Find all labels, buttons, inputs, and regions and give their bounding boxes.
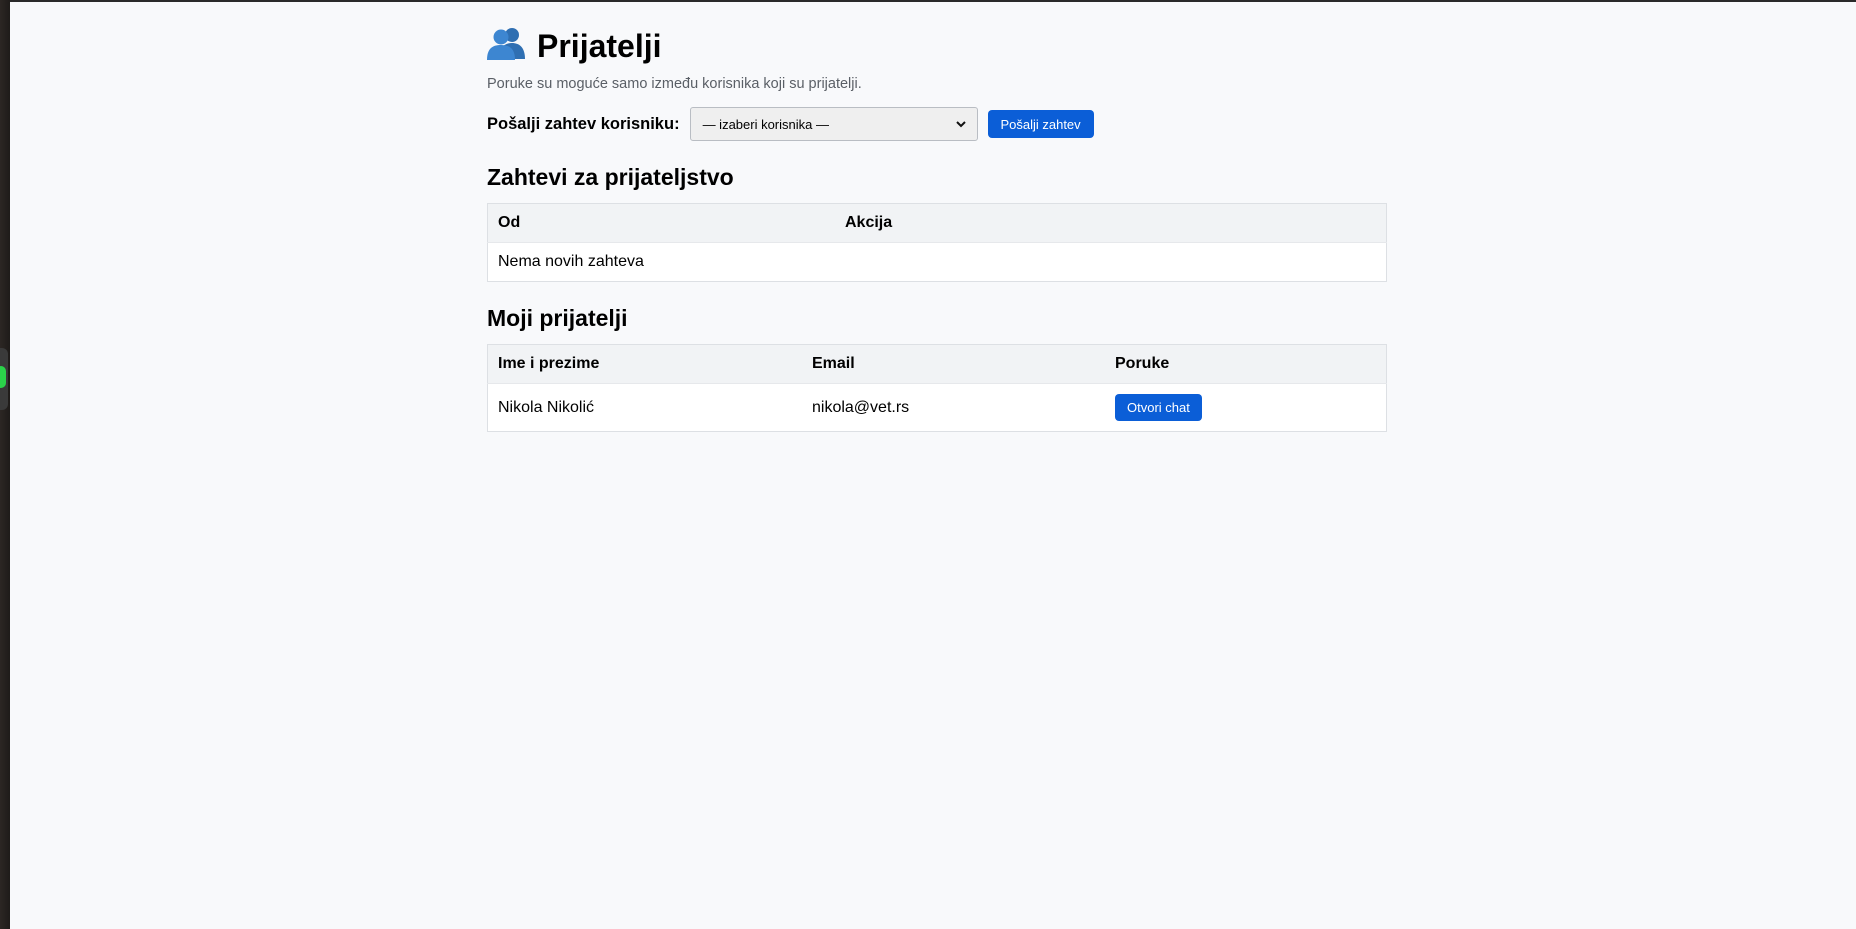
user-select[interactable]: — izaberi korisnika — xyxy=(689,107,978,141)
friend-email: nikola@vet.rs xyxy=(812,398,910,416)
requests-table: Od Akcija Nema novih zahteva xyxy=(487,203,1387,282)
user-select-value: — izaberi korisnika — xyxy=(702,116,829,132)
column-header-action: Akcija xyxy=(835,203,1387,243)
column-header-messages: Poruke xyxy=(1105,344,1387,384)
friend-actions: Otvori chat xyxy=(1105,384,1387,432)
window-top-border xyxy=(0,0,1856,2)
send-request-label: Pošalji zahtev korisniku: xyxy=(487,114,680,133)
open-chat-button[interactable]: Otvori chat xyxy=(1115,394,1202,421)
column-header-from: Od xyxy=(487,203,835,243)
desktop-edge xyxy=(0,0,10,929)
table-header-row: Od Akcija xyxy=(487,203,1387,243)
column-header-name: Ime i prezime xyxy=(487,344,802,384)
chevron-down-icon xyxy=(955,121,966,128)
dock-handle xyxy=(0,348,8,410)
status-indicator-icon xyxy=(0,366,6,388)
people-icon xyxy=(487,28,525,60)
table-header-row: Ime i prezime Email Poruke xyxy=(487,344,1387,384)
column-header-email: Email xyxy=(802,344,1105,384)
send-request-button[interactable]: Pošalji zahtev xyxy=(987,110,1094,138)
friend-name: Nikola Nikolić xyxy=(498,398,595,416)
friends-heading: Moji prijatelji xyxy=(487,305,628,331)
table-row: Nikola Nikolić nikola@vet.rs Otvori chat xyxy=(488,384,1387,432)
page-title-text: Prijatelji xyxy=(537,28,662,64)
page-title: Prijatelji xyxy=(487,24,662,68)
friends-table: Ime i prezime Email Poruke Nikola Nikoli… xyxy=(487,344,1387,432)
table-row: Nema novih zahteva xyxy=(488,243,1387,282)
send-request-form: Pošalji zahtev korisniku: — izaberi kori… xyxy=(487,107,1094,141)
requests-heading: Zahtevi za prijateljstvo xyxy=(487,164,734,190)
empty-requests-message: Nema novih zahteva xyxy=(498,253,644,270)
page-subtitle: Poruke su moguće samo između korisnika k… xyxy=(487,76,862,92)
